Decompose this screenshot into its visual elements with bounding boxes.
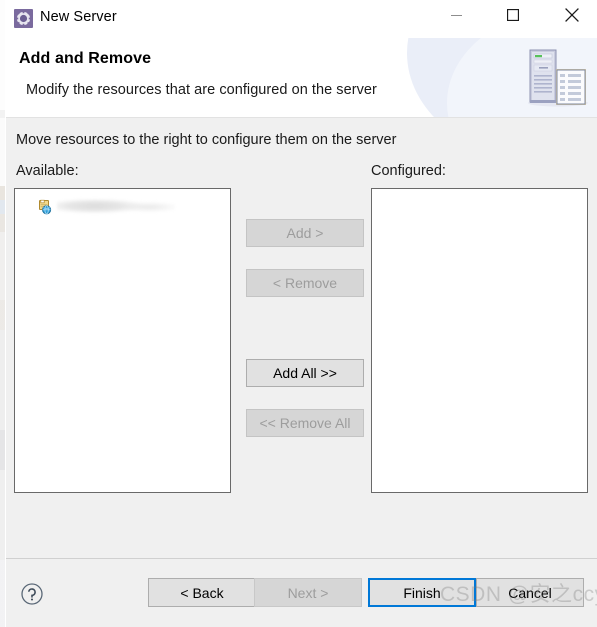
wizard-header: Add and Remove Modify the resources that…: [6, 38, 597, 118]
server-wizard-icon: [14, 9, 33, 28]
close-icon: [565, 8, 579, 22]
list-item[interactable]: [37, 197, 175, 217]
available-listbox[interactable]: [14, 188, 231, 493]
remove-button[interactable]: < Remove: [246, 269, 364, 297]
cancel-button[interactable]: Cancel: [476, 578, 584, 607]
minimize-button[interactable]: [433, 0, 479, 30]
close-button[interactable]: [549, 0, 595, 30]
window-title: New Server: [40, 9, 117, 25]
back-button[interactable]: < Back: [148, 578, 256, 607]
instruction-text: Move resources to the right to configure…: [16, 132, 397, 148]
minimize-icon: [450, 14, 462, 16]
finish-button[interactable]: Finish: [368, 578, 476, 607]
maximize-icon: [507, 9, 519, 21]
web-project-icon: [37, 199, 53, 215]
next-button[interactable]: Next >: [254, 578, 362, 607]
new-server-dialog: New Server Add and Remove Modify the res…: [0, 0, 597, 627]
add-button[interactable]: Add >: [246, 219, 364, 247]
available-label: Available:: [16, 163, 79, 179]
dialog-footer: < Back Next > Finish Cancel: [6, 559, 597, 627]
title-bar: New Server: [6, 0, 597, 38]
help-icon[interactable]: [20, 582, 44, 606]
dialog-body: Move resources to the right to configure…: [6, 118, 597, 558]
maximize-button[interactable]: [490, 0, 536, 30]
configured-listbox[interactable]: [371, 188, 588, 493]
remove-all-button[interactable]: << Remove All: [246, 409, 364, 437]
list-item-label-redacted: [57, 199, 175, 215]
left-edge-highlight: [5, 0, 6, 627]
add-all-button[interactable]: Add All >>: [246, 359, 364, 387]
page-title: Add and Remove: [19, 50, 152, 67]
page-subtitle: Modify the resources that are configured…: [26, 82, 377, 98]
configured-label: Configured:: [371, 163, 446, 179]
server-and-document-icon: [524, 46, 594, 108]
